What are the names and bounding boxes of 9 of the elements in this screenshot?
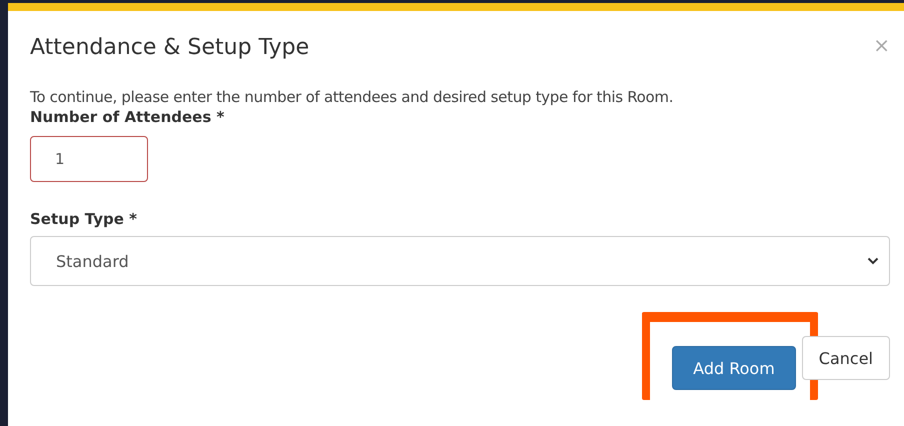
chevron-down-icon bbox=[867, 257, 879, 265]
dropdown[interactable]: Standard bbox=[30, 236, 890, 286]
field-label: Number of Attendees * bbox=[30, 108, 226, 126]
add-room-button[interactable]: Add Room bbox=[672, 346, 796, 390]
intro-text: To continue, please enter the number of attendees and desired setup type for this Room. bbox=[30, 88, 674, 106]
cancel-button[interactable]: Cancel bbox=[802, 336, 890, 380]
dialog-title: Attendance & Setup Type bbox=[30, 35, 310, 60]
input-field[interactable]: 1 bbox=[30, 136, 148, 182]
field-label: Setup Type * bbox=[30, 210, 138, 228]
